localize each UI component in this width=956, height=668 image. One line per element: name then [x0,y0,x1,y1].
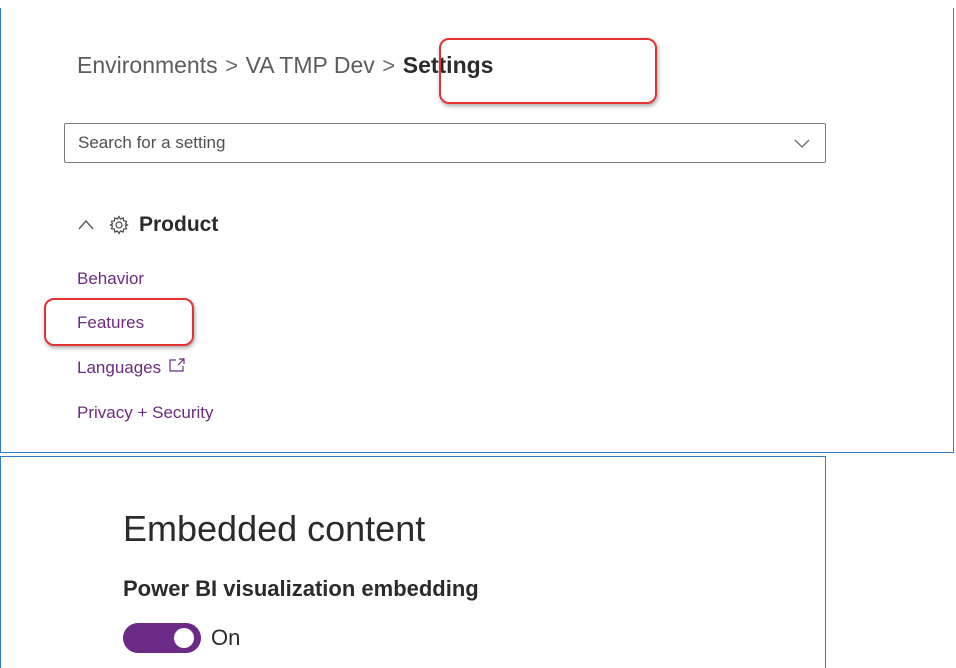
nav-link-label: Behavior [77,269,145,288]
toggle-state-label: On [211,625,241,650]
features-highlight-annotation [44,298,194,346]
section-title: Embedded content [123,508,426,549]
toggle-knob [174,628,194,648]
product-section-header[interactable]: Product [77,213,218,237]
power-bi-embedding-toggle[interactable] [123,623,201,653]
breadcrumb-separator: > [225,52,239,78]
nav-link-label: Languages [77,358,162,377]
setting-search-combobox[interactable] [64,123,826,163]
breadcrumb-environments[interactable]: Environments [77,52,218,79]
settings-screenshot-panel: Environments > VA TMP Dev > Settings Pro… [0,8,954,453]
setting-label: Power BI visualization embedding [123,576,479,601]
product-section-title: Product [139,213,219,236]
breadcrumb-environment-name[interactable]: VA TMP Dev [246,52,375,79]
chevron-down-icon[interactable] [793,134,811,152]
breadcrumb: Environments > VA TMP Dev > Settings [77,52,493,79]
gear-icon [109,215,129,235]
search-input[interactable] [78,133,768,153]
embedded-content-screenshot-panel: Embedded content Power BI visualization … [0,456,826,668]
breadcrumb-separator: > [382,52,396,78]
nav-link-languages[interactable]: Languages [77,358,185,378]
nav-link-label: Privacy + Security [77,403,214,422]
external-link-icon [169,358,185,372]
top-link-fragment[interactable] [568,0,956,4]
toggle-row: On [123,623,240,653]
chevron-up-icon[interactable] [77,216,95,234]
nav-link-privacy-security[interactable]: Privacy + Security [77,403,214,423]
nav-link-behavior[interactable]: Behavior [77,269,144,289]
top-header-fragment [0,0,956,8]
settings-highlight-annotation [439,38,657,104]
